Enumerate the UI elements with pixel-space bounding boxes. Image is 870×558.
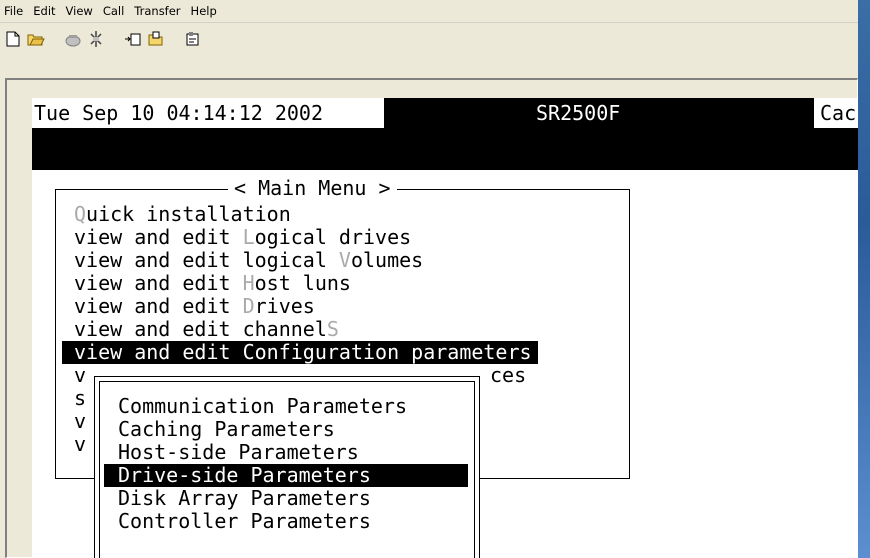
submenu-item-disk-array[interactable]: Disk Array Parameters [118, 487, 371, 510]
send-icon[interactable] [123, 29, 143, 49]
menu-item-logical-volumes[interactable]: view and edit logical Volumes [74, 249, 423, 272]
obscured-row-right: ces [490, 363, 527, 387]
terminal-screen[interactable]: Tue Sep 10 04:14:12 2002 SR2500F Cach < … [32, 98, 858, 558]
receive-icon[interactable] [146, 29, 166, 49]
menu-help[interactable]: Help [186, 0, 222, 22]
new-icon[interactable] [3, 29, 23, 49]
menu-transfer[interactable]: Transfer [129, 0, 185, 22]
toolbar [0, 23, 858, 55]
menu-item-configuration-parameters[interactable]: view and edit Configuration parameters [62, 341, 538, 364]
obscured-row-left: v [74, 363, 87, 387]
menu-file[interactable]: File [0, 0, 28, 22]
obscured-row-left: v [74, 409, 87, 433]
cache-status: Cach [814, 98, 858, 128]
model-name: SR2500F [536, 101, 621, 125]
submenu-item-controller[interactable]: Controller Parameters [118, 510, 371, 533]
menu-item-drives[interactable]: view and edit Drives [74, 295, 315, 318]
status-header: Tue Sep 10 04:14:12 2002 SR2500F Cach [32, 98, 858, 170]
menu-item-quick-installation[interactable]: Quick installation [74, 203, 291, 226]
obscured-row-left: s [74, 386, 87, 410]
phone-icon[interactable] [63, 29, 83, 49]
properties-icon[interactable] [183, 29, 203, 49]
menu-bar: File Edit View Call Transfer Help [0, 0, 858, 23]
menu-call[interactable]: Call [98, 0, 129, 22]
menu-edit[interactable]: Edit [28, 0, 60, 22]
obscured-row-left: v [74, 432, 87, 456]
submenu-item-communication[interactable]: Communication Parameters [118, 395, 407, 418]
submenu-item-host-side[interactable]: Host-side Parameters [118, 441, 359, 464]
date-time: Tue Sep 10 04:14:12 2002 [32, 98, 384, 128]
menu-view[interactable]: View [61, 0, 98, 22]
open-icon[interactable] [26, 29, 46, 49]
main-menu-title: < Main Menu > [228, 177, 397, 200]
submenu-item-caching[interactable]: Caching Parameters [118, 418, 335, 441]
submenu-item-drive-side[interactable]: Drive-side Parameters [104, 464, 468, 487]
menu-item-host-luns[interactable]: view and edit Host luns [74, 272, 351, 295]
desktop-edge [858, 0, 870, 558]
menu-item-channels[interactable]: view and edit channelS [74, 318, 339, 341]
menu-item-logical-drives[interactable]: view and edit Logical drives [74, 226, 411, 249]
disconnect-icon[interactable] [86, 29, 106, 49]
